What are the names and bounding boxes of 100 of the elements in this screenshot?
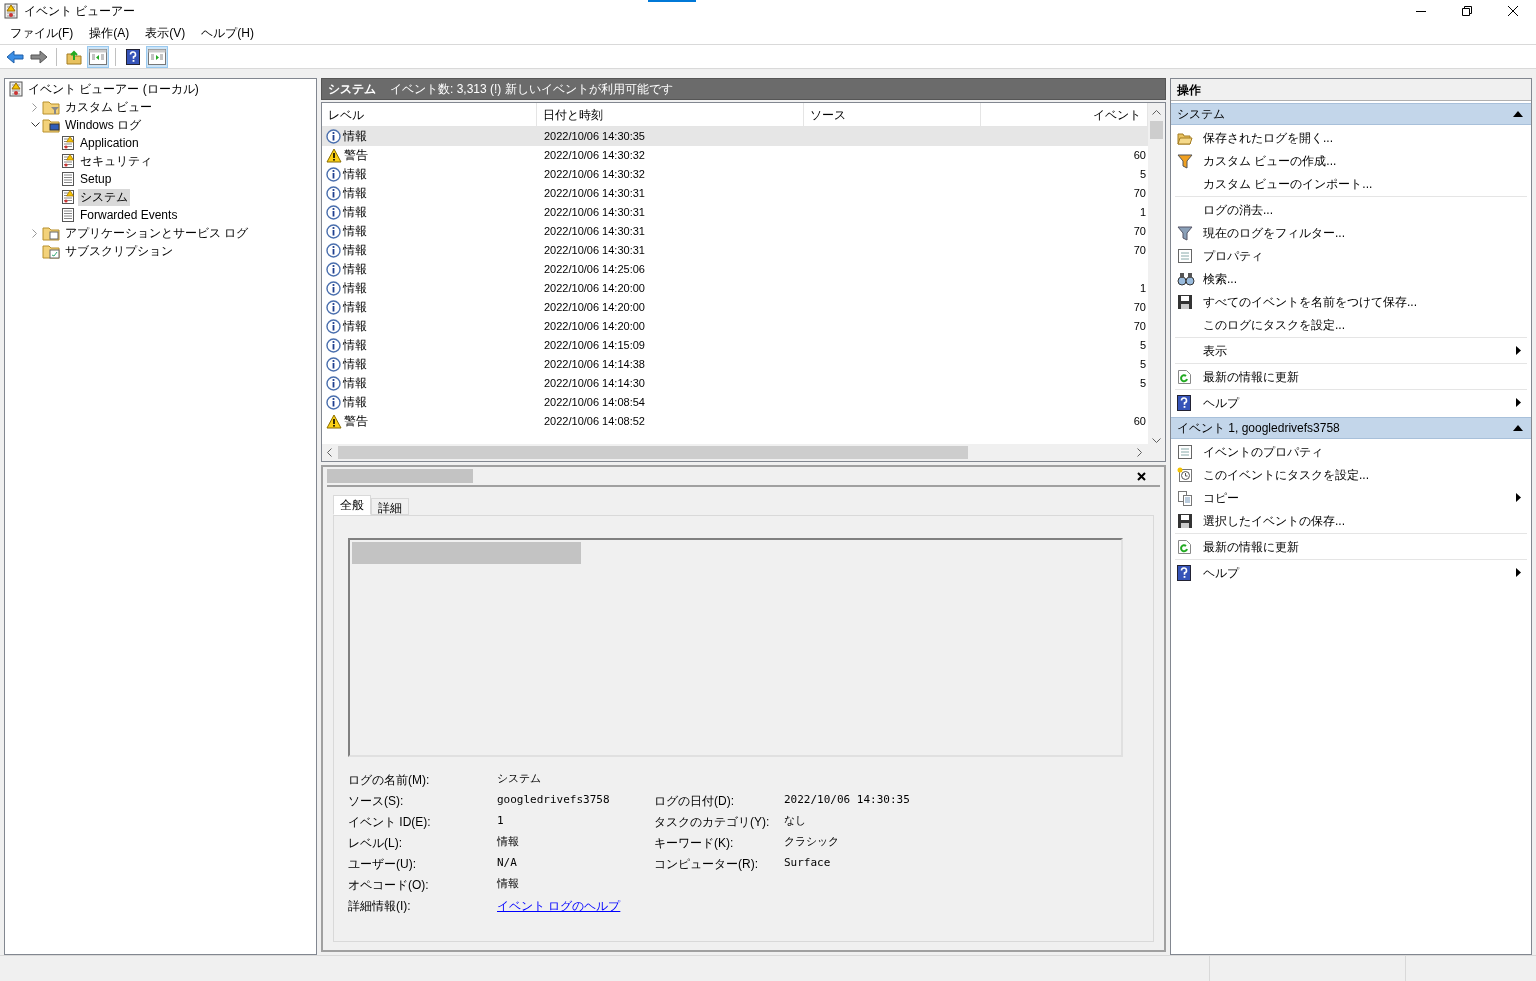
action-item[interactable]: 検索...: [1203, 269, 1237, 288]
table-cell: 情報: [343, 299, 367, 316]
scroll-up-icon[interactable]: [1152, 109, 1161, 115]
table-cell-text: 2022/10/06 14:14:30: [543, 376, 646, 391]
action-item[interactable]: コピー: [1203, 488, 1239, 507]
table-cell: 1: [1139, 282, 1146, 294]
chevron-right-icon[interactable]: [32, 228, 38, 238]
info-icon: [326, 129, 341, 144]
chevron-down-icon[interactable]: [30, 122, 40, 128]
table-cell: 60: [1133, 149, 1146, 161]
table-cell-text: 2022/10/06 14:08:52: [543, 414, 646, 429]
back-arrow-icon: [6, 49, 24, 64]
action-item[interactable]: プロパティ: [1203, 246, 1263, 265]
menu-item[interactable]: ヘルプ(H): [195, 23, 260, 43]
horizontal-scrollbar[interactable]: [322, 444, 1165, 461]
tab[interactable]: 詳細: [371, 498, 409, 515]
field-label: ログの日付(D):: [654, 792, 735, 809]
table-cell: 情報: [343, 185, 367, 202]
action-item[interactable]: イベントのプロパティ: [1203, 442, 1323, 461]
log-name: システム: [328, 81, 376, 98]
help-link[interactable]: イベント ログのヘルプ: [497, 896, 621, 915]
action-item[interactable]: 表示: [1203, 341, 1227, 360]
tree-item[interactable]: Application: [78, 134, 141, 152]
minimize-icon: [1416, 10, 1426, 12]
action-item[interactable]: このイベントにタスクを設定...: [1203, 465, 1369, 484]
table-cell: 情報: [343, 204, 367, 221]
field-value: 情報: [497, 876, 519, 893]
scroll-left-icon[interactable]: [326, 448, 332, 457]
action-item[interactable]: 保存されたログを開く...: [1203, 128, 1333, 147]
restore-icon: [1462, 6, 1472, 16]
table-cell: 情報: [343, 394, 367, 411]
table-cell: 情報: [343, 242, 367, 259]
scrollbar-thumb[interactable]: [1150, 121, 1163, 139]
submenu-arrow-icon[interactable]: [1516, 398, 1521, 407]
close-icon: [1508, 6, 1518, 16]
action-item[interactable]: 現在のログをフィルター...: [1203, 223, 1345, 242]
table-cell-text: 2022/10/06 14:30:35: [543, 129, 646, 144]
collapse-icon[interactable]: [1513, 425, 1523, 431]
scrollbar-thumb[interactable]: [338, 446, 968, 459]
scroll-right-icon[interactable]: [1137, 448, 1143, 457]
menu-item[interactable]: 操作(A): [83, 23, 136, 43]
save-icon: [1177, 512, 1193, 529]
filter-icon: [1177, 224, 1193, 241]
tree-item[interactable]: カスタム ビュー: [63, 98, 155, 116]
table-cell: 情報: [343, 375, 367, 392]
tree-item[interactable]: イベント ビューアー (ローカル): [26, 80, 201, 98]
tree-item[interactable]: Setup: [78, 170, 114, 188]
table-cell-text: 2022/10/06 14:30:31: [543, 205, 646, 220]
table-cell: 5: [1139, 358, 1146, 370]
field-label: オペコード(O):: [348, 876, 430, 893]
info-icon: [326, 186, 341, 201]
info-icon: [326, 338, 341, 353]
field-label: イベント ID(E):: [348, 813, 432, 830]
tree-item[interactable]: Forwarded Events: [78, 206, 180, 224]
action-item[interactable]: このログにタスクを設定...: [1203, 315, 1345, 334]
pane-icon: [89, 48, 107, 65]
field-label: キーワード(K):: [654, 834, 735, 851]
submenu-arrow-icon[interactable]: [1516, 493, 1521, 502]
table-cell: 情報: [343, 318, 367, 335]
table-cell: 70: [1133, 187, 1146, 199]
warning-icon: [326, 148, 342, 163]
table-cell: 情報: [343, 128, 367, 145]
menu-item[interactable]: ファイル(F): [4, 23, 80, 43]
scroll-down-icon[interactable]: [1152, 438, 1161, 444]
help-icon: [1177, 564, 1191, 581]
action-item[interactable]: 最新の情報に更新: [1203, 367, 1299, 386]
action-item[interactable]: ログの消去...: [1203, 200, 1273, 219]
table-row[interactable]: 情報 2022/10/06 14:30:35: [322, 127, 1148, 146]
submenu-arrow-icon[interactable]: [1516, 568, 1521, 577]
chevron-right-icon[interactable]: [32, 102, 38, 112]
table-cell: 情報: [343, 356, 367, 373]
action-item[interactable]: 選択したイベントの保存...: [1203, 511, 1345, 530]
menu-item[interactable]: 表示(V): [139, 23, 192, 43]
section-title: システム: [1177, 106, 1225, 123]
info-icon: [326, 376, 341, 391]
action-item[interactable]: ヘルプ: [1203, 393, 1239, 412]
tree-item[interactable]: Windows ログ: [63, 116, 143, 134]
submenu-arrow-icon[interactable]: [1516, 346, 1521, 355]
tab[interactable]: 全般: [333, 495, 371, 515]
collapse-icon[interactable]: [1513, 111, 1523, 117]
table-cell-text: 2022/10/06 14:30:31: [543, 186, 646, 201]
action-item[interactable]: すべてのイベントを名前をつけて保存...: [1203, 292, 1417, 311]
tree-item[interactable]: サブスクリプション: [63, 242, 175, 260]
tree-item[interactable]: セキュリティ: [78, 152, 154, 170]
log-warning-icon: [61, 135, 75, 151]
info-icon: [326, 395, 341, 410]
table-cell: 1: [1139, 206, 1146, 218]
properties-icon: [1177, 247, 1193, 264]
vertical-scrollbar[interactable]: [1148, 103, 1165, 446]
info-icon: [326, 262, 341, 277]
table-cell-text: 2022/10/06 14:08:54: [543, 395, 646, 410]
table-cell-text: 2022/10/06 14:30:31: [543, 243, 646, 258]
close-icon[interactable]: [1137, 471, 1146, 481]
action-item[interactable]: カスタム ビューの作成...: [1203, 151, 1337, 170]
tree-item[interactable]: アプリケーションとサービス ログ: [63, 224, 251, 242]
log-icon: [61, 171, 75, 187]
action-item[interactable]: カスタム ビューのインポート...: [1203, 174, 1373, 193]
action-item[interactable]: ヘルプ: [1203, 563, 1239, 582]
tree-item[interactable]: システム: [78, 188, 130, 206]
action-item[interactable]: 最新の情報に更新: [1203, 537, 1299, 556]
